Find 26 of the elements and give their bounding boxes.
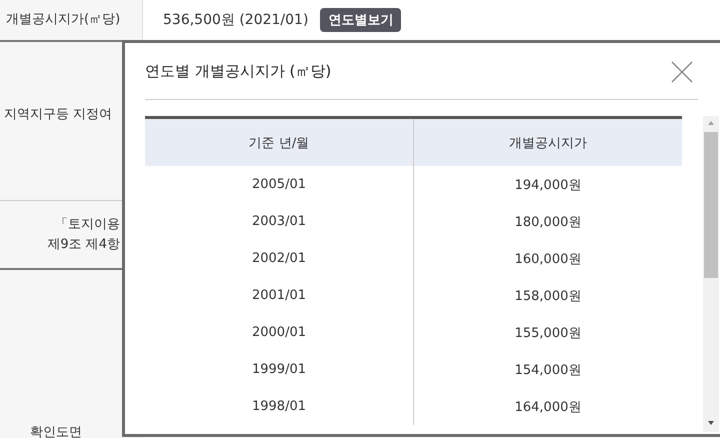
table-cell: 194,000원 xyxy=(414,166,682,203)
table-cell: 180,000원 xyxy=(414,203,682,240)
row-label: 지역지구등 지정여 xyxy=(4,106,112,124)
column-header: 기준 년/월 xyxy=(145,118,414,166)
table-cell: 160,000원 xyxy=(414,240,682,277)
table-cell: 2002/01 xyxy=(145,240,414,277)
table-cell: 2005/01 xyxy=(145,166,414,203)
table-cell: 1998/01 xyxy=(145,388,414,425)
table-cell: 2003/01 xyxy=(145,203,414,240)
column-header: 개별공시지가 xyxy=(414,118,682,166)
row-label: 개별공시지가(㎡당) xyxy=(6,11,120,29)
table-cell: 158,000원 xyxy=(414,277,682,314)
price-value: 536,500원 (2021/01) xyxy=(163,11,308,30)
table-cell: 1999/01 xyxy=(145,351,414,388)
table-cell: 154,000원 xyxy=(414,351,682,388)
view-by-year-button[interactable]: 연도별보기 xyxy=(320,8,402,32)
close-icon[interactable] xyxy=(670,60,694,84)
table-cell: 2001/01 xyxy=(145,277,414,314)
table-cell: 164,000원 xyxy=(414,388,682,425)
row-label: 확인도면 xyxy=(30,424,82,438)
row-label: 제9조 제4항 xyxy=(47,236,120,254)
modal-title: 연도별 개별공시지가 (㎡당) xyxy=(145,62,332,81)
row-label: 「토지이용 xyxy=(55,216,120,234)
scrollbar[interactable] xyxy=(703,116,719,432)
table-cell: 155,000원 xyxy=(414,314,682,351)
table-cell: 2000/01 xyxy=(145,314,414,351)
